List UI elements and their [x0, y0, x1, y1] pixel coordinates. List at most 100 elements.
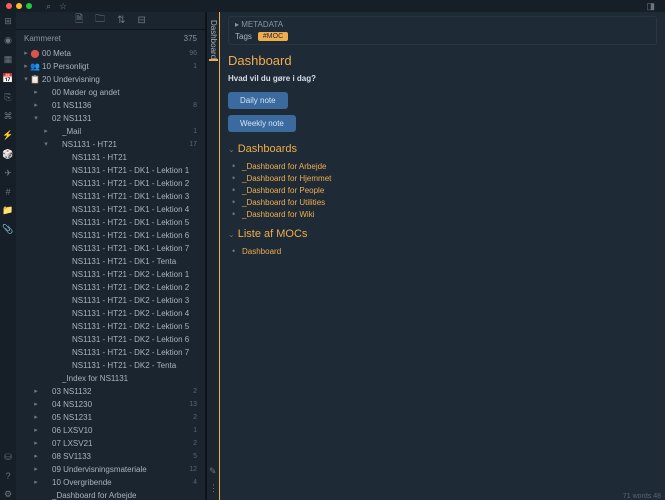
more-icon[interactable]: ⋮: [209, 483, 218, 494]
tree-node[interactable]: ▸_Mail1: [16, 125, 205, 138]
star-icon[interactable]: ☆: [59, 1, 67, 12]
tag-pill[interactable]: #MOC: [258, 32, 288, 41]
tree-node[interactable]: NS1131 - HT21 - DK2 - Lektion 1: [16, 268, 205, 281]
collapse-icon[interactable]: ⊟: [138, 15, 146, 26]
file-tree[interactable]: ▸⬤00 Meta96▸👥10 Personligt1▾📋20 Undervis…: [16, 47, 205, 500]
tree-node[interactable]: _Dashboard for Arbejde: [16, 489, 205, 500]
vault-icon[interactable]: ⛁: [4, 452, 12, 463]
tree-node[interactable]: NS1131 - HT21 - DK2 - Lektion 7: [16, 346, 205, 359]
disclosure-icon[interactable]: ▸: [32, 424, 40, 437]
chevron-down-icon[interactable]: ⌄: [228, 145, 235, 154]
metadata-block[interactable]: ▸ METADATA Tags #MOC: [228, 16, 657, 45]
internal-link[interactable]: _Dashboard for Utilities: [242, 198, 325, 207]
edit-icon[interactable]: ✎: [209, 466, 218, 477]
tree-node[interactable]: NS1131 - HT21 - DK2 - Tenta: [16, 359, 205, 372]
tree-node[interactable]: NS1131 - HT21 - DK1 - Lektion 3: [16, 190, 205, 203]
tree-node[interactable]: ▸👥10 Personligt1: [16, 60, 205, 73]
tag-icon[interactable]: #: [5, 187, 10, 197]
internal-link[interactable]: _Dashboard for People: [242, 186, 324, 195]
tree-node[interactable]: ▸03 NS11322: [16, 385, 205, 398]
tree-node[interactable]: ▸08 SV11335: [16, 450, 205, 463]
graph-icon[interactable]: ◉: [4, 35, 12, 46]
status-bar: 71 words 48: [623, 493, 661, 500]
tab-label[interactable]: Dashboard: [209, 20, 218, 61]
daily-note-button[interactable]: Daily note: [228, 92, 288, 109]
tree-node[interactable]: NS1131 - HT21 - DK1 - Lektion 4: [16, 203, 205, 216]
disclosure-icon[interactable]: ▸: [32, 385, 40, 398]
tree-node[interactable]: NS1131 - HT21 - DK1 - Lektion 7: [16, 242, 205, 255]
note-title: Dashboard: [228, 53, 657, 68]
attach-icon[interactable]: 📎: [2, 224, 13, 235]
tree-node[interactable]: NS1131 - HT21 - DK1 - Lektion 2: [16, 177, 205, 190]
disclosure-icon[interactable]: ▾: [32, 112, 40, 125]
tree-node[interactable]: NS1131 - HT21 - DK1 - Lektion 6: [16, 229, 205, 242]
tree-node[interactable]: NS1131 - HT21 - DK1 - Tenta: [16, 255, 205, 268]
disclosure-icon[interactable]: ▸: [32, 476, 40, 489]
node-label: NS1131 - HT21 - DK2 - Lektion 3: [72, 294, 197, 307]
internal-link[interactable]: _Dashboard for Arbejde: [242, 162, 327, 171]
tree-node[interactable]: ▸05 NS12312: [16, 411, 205, 424]
tree-node[interactable]: _Index for NS1131: [16, 372, 205, 385]
close-icon[interactable]: [6, 3, 12, 9]
node-label: _Dashboard for Arbejde: [52, 489, 197, 500]
tree-node[interactable]: ▸10 Overgribende4: [16, 476, 205, 489]
daily-note-icon[interactable]: 📅: [2, 73, 13, 84]
tree-node[interactable]: ▸⬤00 Meta96: [16, 47, 205, 60]
tree-node[interactable]: ▾02 NS1131: [16, 112, 205, 125]
tree-node[interactable]: ▾NS1131 - HT2117: [16, 138, 205, 151]
disclosure-icon[interactable]: ▸: [22, 47, 30, 60]
send-icon[interactable]: ✈: [4, 168, 12, 179]
lightning-icon[interactable]: ⚡: [2, 130, 13, 141]
dice-icon[interactable]: 🎲: [2, 149, 13, 160]
chevron-down-icon[interactable]: ⌄: [228, 230, 235, 239]
new-note-icon[interactable]: 🗎: [75, 12, 83, 29]
disclosure-icon[interactable]: ▸: [32, 463, 40, 476]
internal-link[interactable]: _Dashboard for Hjemmet: [242, 174, 331, 183]
node-label: NS1131 - HT21 - DK2 - Lektion 7: [72, 346, 197, 359]
tab-spine: Dashboard ✎ ⋮: [206, 12, 220, 500]
sidebar-toggle-icon[interactable]: ◨: [646, 1, 655, 12]
weekly-note-button[interactable]: Weekly note: [228, 115, 296, 132]
disclosure-icon[interactable]: ▸: [42, 125, 50, 138]
sort-icon[interactable]: ⇅: [117, 15, 125, 26]
disclosure-icon[interactable]: ▾: [22, 73, 30, 86]
tree-node[interactable]: ▾📋20 Undervisning: [16, 73, 205, 86]
node-count: 12: [189, 463, 199, 476]
tree-node[interactable]: ▸06 LXSV101: [16, 424, 205, 437]
tree-node[interactable]: ▸01 NS11368: [16, 99, 205, 112]
maximize-icon[interactable]: [26, 3, 32, 9]
tree-node[interactable]: NS1131 - HT21 - DK2 - Lektion 3: [16, 294, 205, 307]
tree-node[interactable]: ▸07 LXSV212: [16, 437, 205, 450]
disclosure-icon[interactable]: ▾: [42, 138, 50, 151]
command-icon[interactable]: ⌘: [4, 111, 13, 122]
canvas-icon[interactable]: ▦: [4, 54, 13, 65]
tree-node[interactable]: NS1131 - HT21 - DK2 - Lektion 5: [16, 320, 205, 333]
quick-switcher-icon[interactable]: ⊞: [4, 16, 12, 27]
disclosure-icon[interactable]: ▸: [32, 450, 40, 463]
disclosure-icon[interactable]: ▸: [32, 99, 40, 112]
disclosure-icon[interactable]: ▸: [22, 60, 30, 73]
internal-link[interactable]: _Dashboard for Wiki: [242, 210, 314, 219]
tree-node[interactable]: NS1131 - HT21 - DK2 - Lektion 6: [16, 333, 205, 346]
tree-node[interactable]: ▸09 Undervisningsmateriale12: [16, 463, 205, 476]
tree-node[interactable]: NS1131 - HT21 - DK1 - Lektion 1: [16, 164, 205, 177]
template-icon[interactable]: ⎘: [4, 92, 11, 103]
disclosure-icon[interactable]: ▸: [32, 398, 40, 411]
disclosure-icon[interactable]: ▸: [32, 86, 40, 99]
disclosure-icon[interactable]: ▸: [32, 437, 40, 450]
node-label: NS1131 - HT21 - DK2 - Lektion 1: [72, 268, 197, 281]
minimize-icon[interactable]: [16, 3, 22, 9]
search-icon[interactable]: ⌕: [46, 1, 51, 12]
help-icon[interactable]: ?: [5, 471, 10, 481]
tree-node[interactable]: NS1131 - HT21 - DK2 - Lektion 4: [16, 307, 205, 320]
tree-node[interactable]: NS1131 - HT21: [16, 151, 205, 164]
disclosure-icon[interactable]: ▸: [32, 411, 40, 424]
tree-node[interactable]: ▸00 Møder og andet: [16, 86, 205, 99]
settings-icon[interactable]: ⚙: [4, 489, 12, 500]
tree-node[interactable]: NS1131 - HT21 - DK1 - Lektion 5: [16, 216, 205, 229]
tree-node[interactable]: ▸04 NS123013: [16, 398, 205, 411]
internal-link[interactable]: Dashboard: [242, 247, 281, 256]
tree-node[interactable]: NS1131 - HT21 - DK2 - Lektion 2: [16, 281, 205, 294]
folder-icon[interactable]: 📁: [2, 205, 13, 216]
new-folder-icon[interactable]: 🗀: [95, 12, 105, 29]
